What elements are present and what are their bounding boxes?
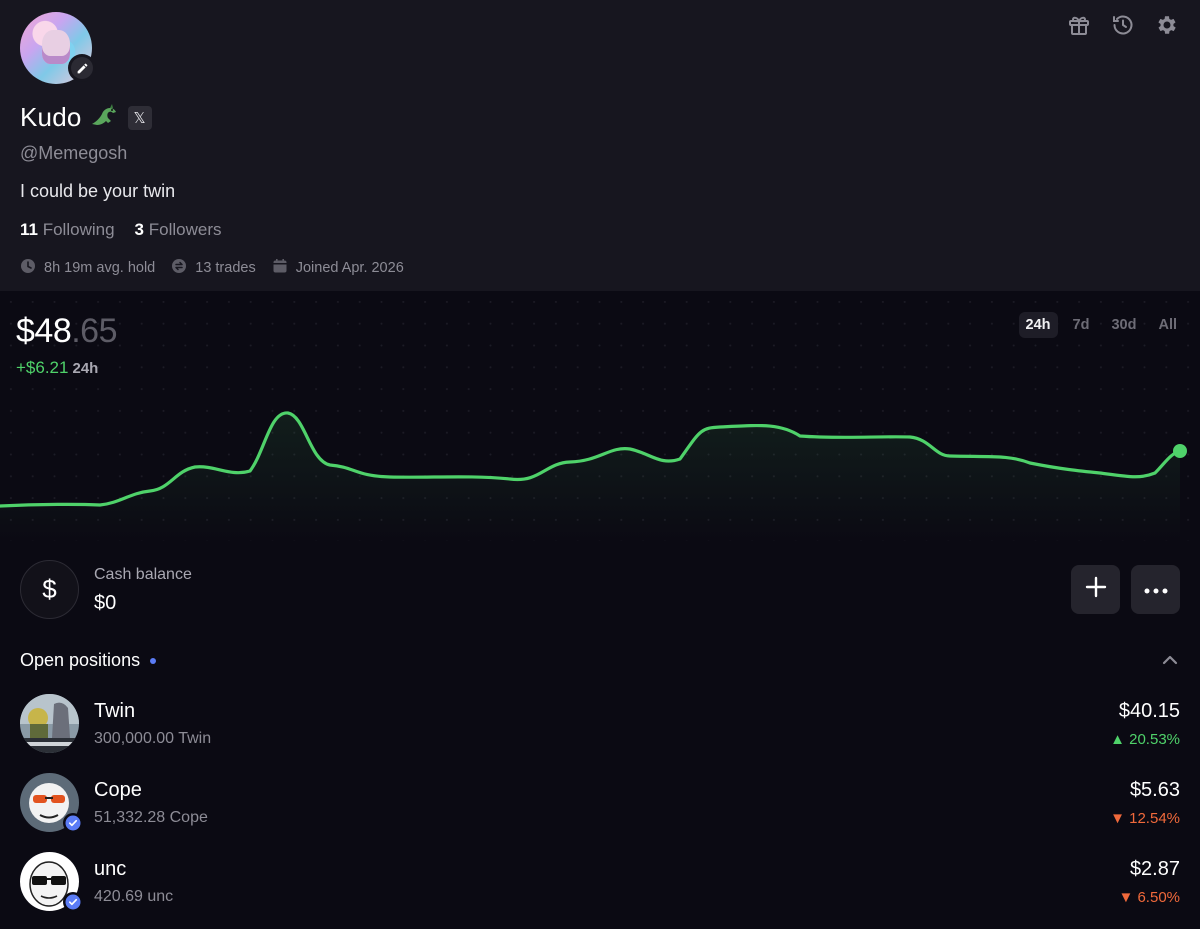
open-positions-header: Open positions [20,650,1180,671]
range-24h[interactable]: 24h [1018,312,1058,338]
token-amount: 300,000.00 Twin [94,730,212,747]
following-count: 11 [20,220,38,239]
chevron-up-icon[interactable] [1160,650,1180,675]
status-dot [150,657,157,664]
x-link-badge[interactable]: 𝕏 [127,105,152,130]
trades: 13 trades [171,258,256,278]
position-row-cope[interactable]: Cope 51,332.28 Cope $5.63 ▼ 12.54% [20,773,1180,837]
profile-meta: 8h 19m avg. hold 13 trades Joined Apr. 2… [20,258,404,278]
cash-balance-row: $ Cash balance $0 [20,560,1180,620]
avg-hold-text: 8h 19m avg. hold [44,260,156,276]
chart-current-point [1173,444,1187,458]
range-7d[interactable]: 7d [1066,312,1097,338]
name-row: Kudo 𝕏 [20,102,152,133]
change-amount: +$6.21 [16,358,69,377]
more-options-button[interactable] [1131,565,1180,614]
token-value: $5.63 [1129,779,1180,801]
profile-handle: @Memegosh [20,143,128,163]
dollar-icon: $ [20,560,79,619]
token-value: $2.87 [1129,858,1180,880]
position-row-unc[interactable]: unc 420.69 unc $2.87 ▼ 6.50% [20,852,1180,916]
swap-icon [171,258,187,278]
following-label: Following [42,220,115,239]
change-period: 24h [72,360,99,377]
followers-link[interactable]: 3 Followers [135,220,222,240]
position-row-twin[interactable]: Twin 300,000.00 Twin $40.15 ▲ 20.53% [20,694,1180,758]
portfolio-value: $48.65 [16,312,117,351]
trades-text: 13 trades [195,260,256,276]
token-value: $40.15 [1118,700,1180,722]
edit-avatar-button[interactable] [68,54,96,82]
value-cents: .65 [71,312,117,350]
calendar-icon [272,258,288,278]
followers-label: Followers [148,220,222,239]
profile-bio: I could be your twin [20,181,176,201]
token-amount: 420.69 unc [94,888,174,905]
joined: Joined Apr. 2026 [272,258,404,278]
more-dots-icon [1144,581,1168,599]
token-name: Cope [94,779,142,801]
cash-label: Cash balance [94,566,192,583]
token-change: ▼ 6.50% [1118,889,1180,906]
clock-icon [20,258,36,278]
avg-hold: 8h 19m avg. hold [20,258,155,278]
pencil-icon [71,57,93,79]
token-name: unc [94,858,127,880]
dragon-emoji-icon [90,102,120,133]
range-all[interactable]: All [1151,312,1184,338]
plus-icon [1085,576,1107,603]
header-actions [1066,12,1180,38]
token-name: Twin [94,700,136,722]
verified-badge-icon [63,813,83,833]
token-change: ▲ 20.53% [1110,731,1180,748]
value-main: $48 [16,312,72,350]
portfolio-change: +$6.21 24h [16,358,98,378]
followers-count: 3 [134,220,144,239]
verified-badge-icon [63,892,83,912]
range-30d[interactable]: 30d [1104,312,1143,338]
range-selector: 24h 7d 30d All [1018,312,1184,338]
joined-text: Joined Apr. 2026 [295,260,404,276]
add-cash-button[interactable] [1071,565,1120,614]
following-link[interactable]: 11 Following [20,220,115,240]
token-amount: 51,332.28 Cope [94,809,208,826]
cash-value: $0 [94,592,117,614]
profile-avatar[interactable] [20,12,96,86]
open-positions-title: Open positions [20,650,141,670]
profile-header: Kudo 𝕏 @Memegosh I could be your twin 11… [0,0,1200,291]
gift-icon[interactable] [1066,12,1092,38]
follow-stats: 11 Following 3 Followers [20,220,221,240]
history-icon[interactable] [1110,12,1136,38]
settings-gear-icon[interactable] [1154,12,1180,38]
token-change: ▼ 12.54% [1110,810,1180,827]
profile-name: Kudo [20,102,82,132]
token-avatar-twin [20,694,79,753]
